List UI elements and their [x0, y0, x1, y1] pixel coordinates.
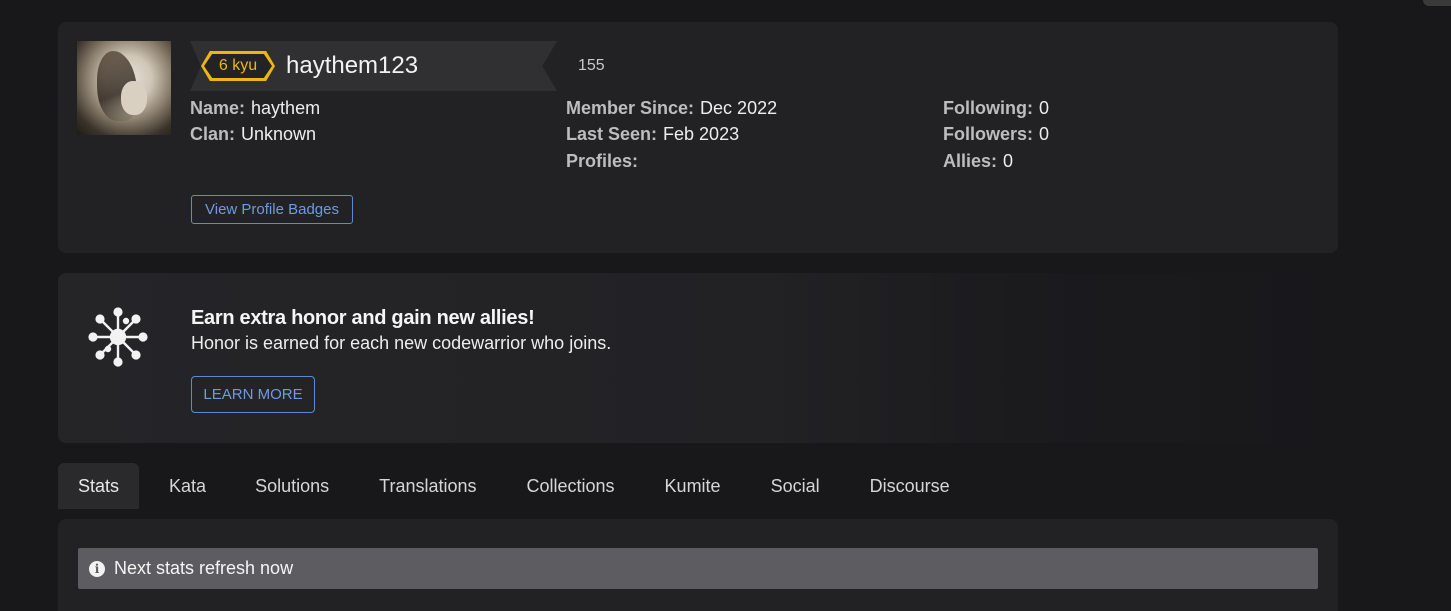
profile-avatar [77, 41, 171, 135]
promo-text: Honor is earned for each new codewarrior… [191, 333, 612, 353]
info-profiles: Profiles: [566, 151, 639, 171]
tab-discourse[interactable]: Discourse [870, 463, 950, 509]
tab-kumite[interactable]: Kumite [665, 463, 721, 509]
tab-translations[interactable]: Translations [379, 463, 476, 509]
honor-count: 155 [578, 57, 605, 74]
tab-kata[interactable]: Kata [169, 463, 206, 509]
tab-social[interactable]: Social [771, 463, 820, 509]
promo-title: Earn extra honor and gain new allies! [191, 307, 535, 329]
profile-username: haythem123 [286, 52, 419, 79]
profile-card: 6 kyu haythem123 155 Name: haythem Clan: U… [58, 22, 1338, 253]
user-avatar-corner[interactable] [1423, 0, 1451, 6]
tab-stats[interactable]: Stats [58, 463, 140, 509]
network-star-icon [88, 307, 148, 367]
stats-refresh-notice: i Next stats refresh now [78, 548, 1318, 589]
stats-panel: i Next stats refresh now [58, 519, 1338, 611]
refresh-text: Next stats refresh now [114, 558, 294, 578]
info-last-seen: Last Seen: Feb 2023 [566, 124, 740, 144]
info-following[interactable]: Following: 0 [943, 98, 1049, 119]
info-allies[interactable]: Allies: 0 [943, 151, 1013, 172]
profile-tabs: Stats Kata Solutions Translations Collec… [58, 463, 950, 509]
rank-label: 6 kyu [204, 54, 272, 78]
learn-more-button[interactable]: LEARN MORE [191, 376, 315, 413]
info-icon: i [89, 560, 105, 577]
info-clan: Clan: Unknown [190, 124, 317, 144]
info-followers[interactable]: Followers: 0 [943, 124, 1049, 145]
tab-solutions[interactable]: Solutions [255, 463, 329, 509]
info-name: Name: haythem [190, 98, 321, 118]
referral-promo-card: Earn extra honor and gain new allies! Ho… [58, 273, 1338, 443]
view-profile-badges-button[interactable]: View Profile Badges [191, 195, 353, 224]
info-member-since: Member Since: Dec 2022 [566, 98, 778, 118]
rank-badge: 6 kyu [201, 51, 275, 81]
tab-collections[interactable]: Collections [527, 463, 615, 509]
